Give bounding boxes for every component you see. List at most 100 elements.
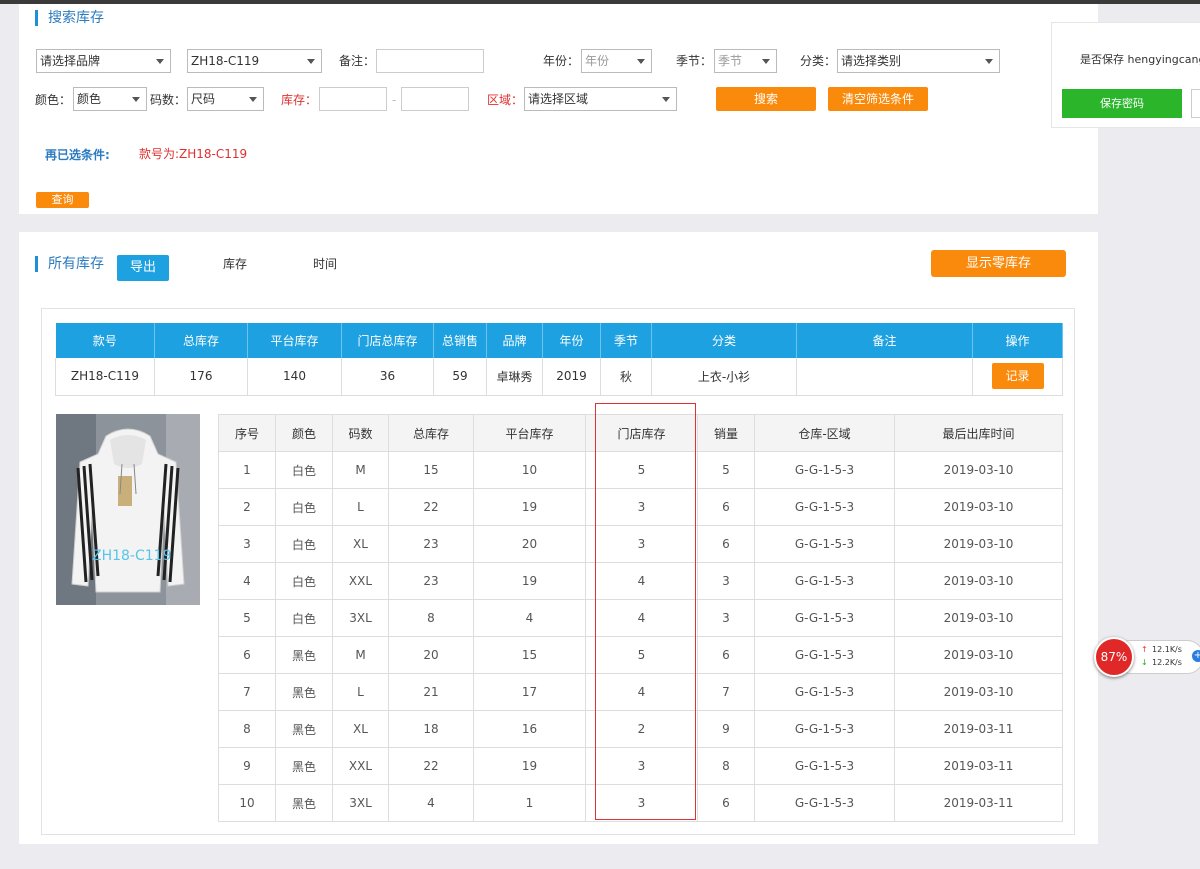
photo-style-watermark: ZH18-C119 [92,548,172,564]
table-cell: 3 [585,525,698,563]
table-cell: 6 [697,784,755,822]
table-cell: 4 [218,562,276,600]
table-cell: 2019-03-10 [894,488,1063,526]
search-panel-title: 搜索库存 [35,10,104,26]
table-row: 9 黑色 XXL 22 19 3 8 G-G-1-5-3 2019-03-11 [218,747,1063,785]
table-cell: 白色 [275,488,333,526]
season-select[interactable]: 季节 [714,49,777,73]
stock-min-input[interactable] [319,87,387,111]
remark-input[interactable] [376,49,484,73]
table-cell: 白色 [275,451,333,489]
style-number-select[interactable]: ZH18-C119 [187,49,322,73]
summary-header-cell: 分类 [651,323,797,358]
table-cell: 9 [218,747,276,785]
inventory-panel-title: 所有库存 [35,256,104,272]
table-cell: 23 [388,525,474,563]
cpu-usage-ball[interactable]: 87% [1094,637,1134,677]
table-cell: 2019-03-10 [894,562,1063,600]
table-cell: 6 [697,525,755,563]
table-cell: 19 [473,488,586,526]
tab-stock[interactable]: 库存 [223,256,247,272]
save-password-button[interactable]: 保存密码 [1062,89,1182,118]
table-cell: 8 [218,710,276,748]
table-cell: G-G-1-5-3 [754,562,895,600]
category-label: 分类： [800,54,837,68]
table-cell: 黑色 [275,673,333,711]
table-cell: 2019-03-10 [894,451,1063,489]
table-cell: G-G-1-5-3 [754,525,895,563]
detail-header-cell: 序号 [218,414,276,452]
table-cell: G-G-1-5-3 [754,451,895,489]
query-button[interactable]: 查询 [36,192,89,208]
table-cell: G-G-1-5-3 [754,747,895,785]
stock-max-input[interactable] [401,87,469,111]
summary-cell: 36 [341,358,434,396]
table-cell: 19 [473,562,586,600]
summary-row: ZH18-C119 176 140 36 59 卓琳秀 2019 秋上衣-小衫 记录 [55,358,1063,396]
tab-time[interactable]: 时间 [313,256,337,272]
table-cell: 3 [697,562,755,600]
table-cell: 2019-03-10 [894,673,1063,711]
detail-header-cell: 仓库-区域 [754,414,895,452]
summary-cell: ZH18-C119 [55,358,155,396]
color-label: 颜色： [35,93,72,107]
show-zero-stock-button[interactable]: 显示零库存 [931,250,1066,277]
table-cell: 1 [473,784,586,822]
detail-header-cell: 平台库存 [473,414,586,452]
table-cell: 4 [473,599,586,637]
color-select[interactable]: 颜色 [73,87,147,111]
table-cell: 5 [697,451,755,489]
detail-header-cell: 最后出库时间 [894,414,1063,452]
size-label: 码数： [150,93,187,107]
table-cell: XXL [332,562,389,600]
table-row: 2 白色 L 22 19 3 6 G-G-1-5-3 2019-03-10 [218,488,1063,526]
size-select[interactable]: 尺码 [187,87,264,111]
network-speed-widget: 87% ↑ 12.1K/s ↓ 12.2K/s + [1094,637,1200,677]
category-select[interactable]: 请选择类别 [837,49,1000,73]
remark-label: 备注： [339,54,376,68]
table-cell: 17 [473,673,586,711]
table-cell: 10 [473,451,586,489]
table-cell: 15 [388,451,474,489]
record-button[interactable]: 记录 [991,363,1044,390]
table-cell: 3 [585,488,698,526]
region-select[interactable]: 请选择区域 [524,87,677,111]
table-row: 6 黑色 M 20 15 5 6 G-G-1-5-3 2019-03-10 [218,636,1063,674]
table-cell: 5 [585,451,698,489]
summary-header-cell: 品牌 [486,323,543,358]
table-cell: L [332,673,389,711]
table-cell: 2019-03-11 [894,710,1063,748]
download-speed: 12.2K/s [1152,658,1182,667]
season-label: 季节： [676,54,713,68]
summary-header-cell: 年份 [542,323,601,358]
table-cell: L [332,488,389,526]
table-cell: 2019-03-10 [894,636,1063,674]
summary-header-cell: 操作 [972,323,1063,358]
summary-table: 款号 总库存 平台库存 门店总库存 总销售 品牌 年份 季节 分类 备注 操作 ZH18-C119 1… [55,323,1063,396]
table-cell: 3XL [332,599,389,637]
expand-plus-icon[interactable]: + [1192,650,1200,662]
brand-select[interactable]: 请选择品牌 [36,49,171,73]
download-arrow-icon: ↓ [1141,658,1148,667]
clear-filters-button[interactable]: 清空筛选条件 [828,87,928,111]
table-cell: G-G-1-5-3 [754,710,895,748]
summary-cell: 秋 [600,358,652,396]
table-cell: 1 [218,451,276,489]
table-cell: 2019-03-11 [894,784,1063,822]
table-cell: 3 [218,525,276,563]
table-cell: 3XL [332,784,389,822]
table-row: 1 白色 M 15 10 5 5 G-G-1-5-3 2019-03-10 [218,451,1063,489]
table-cell: 白色 [275,525,333,563]
export-button[interactable]: 导出 [117,255,169,281]
table-cell: 2019-03-11 [894,747,1063,785]
summary-cell: 上衣-小衫 [651,358,797,396]
table-cell: 9 [697,710,755,748]
table-cell: 20 [473,525,586,563]
search-button[interactable]: 搜索 [716,87,816,111]
table-row: 8 黑色 XL 18 16 2 9 G-G-1-5-3 2019-03-11 [218,710,1063,748]
detail-header-cell: 门店库存 [585,414,698,452]
detail-header-cell: 颜色 [275,414,333,452]
year-select[interactable]: 年份 [581,49,652,73]
table-cell: 4 [585,673,698,711]
never-save-button[interactable] [1191,89,1200,118]
